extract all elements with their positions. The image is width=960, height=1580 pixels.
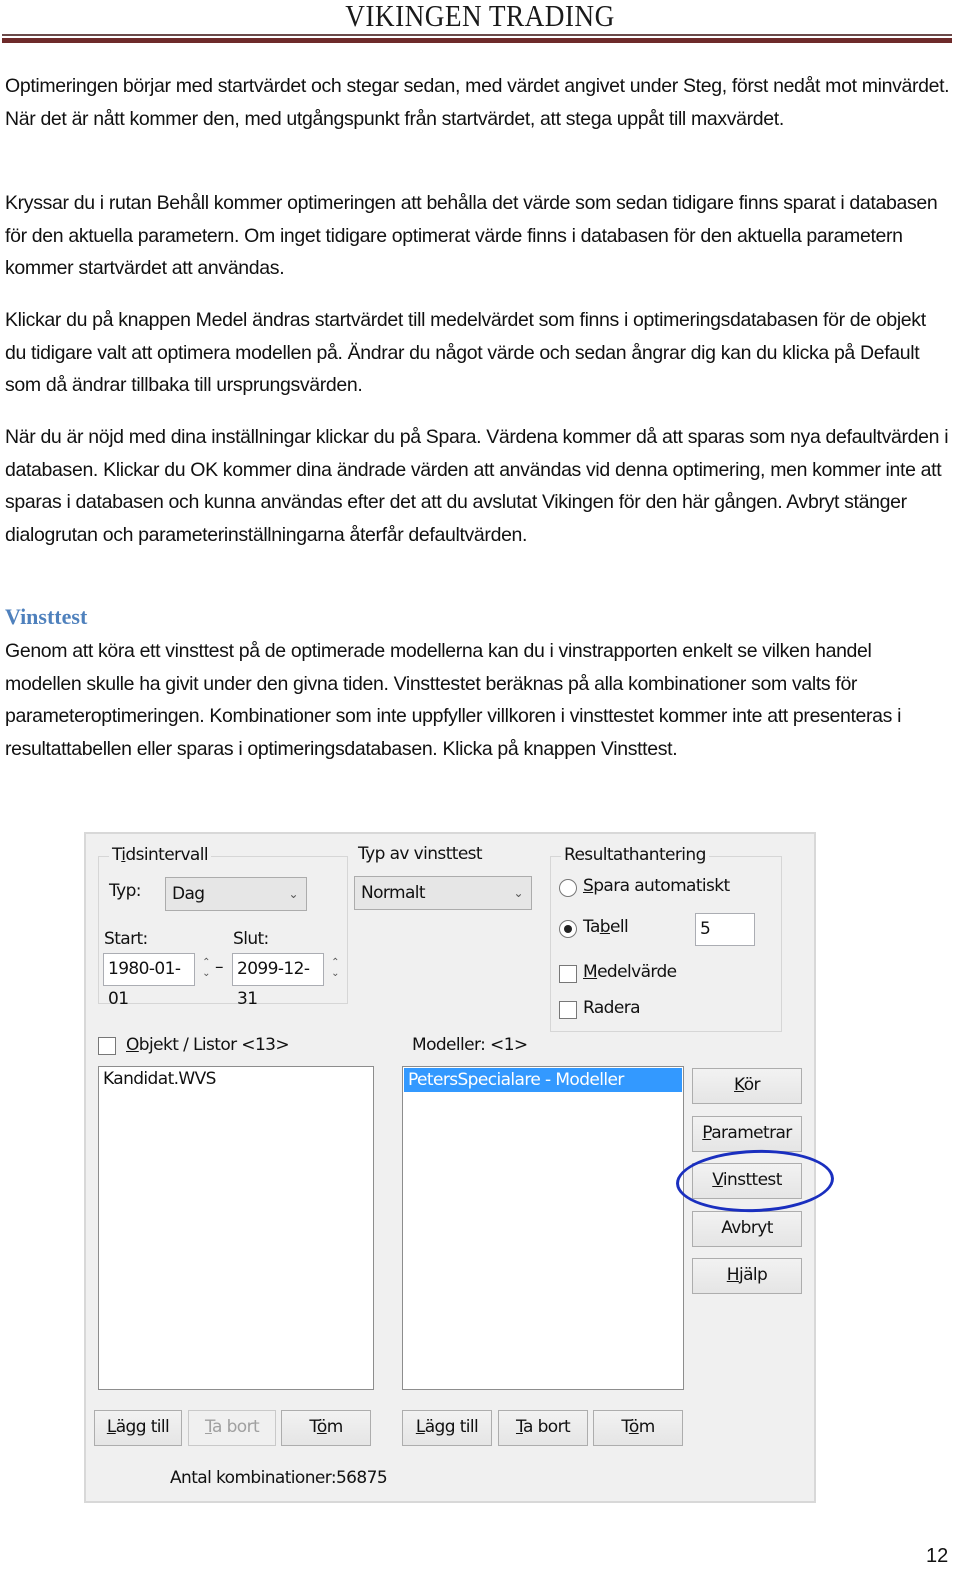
spin-up-icon[interactable]: ⌃ (199, 957, 213, 968)
accel-key: P (702, 1123, 712, 1143)
paragraph-text: Optimeringen börjar med startvärdet och … (5, 75, 950, 130)
accel-key: T (204, 1417, 213, 1437)
paragraph-spara: När du är nöjd med dina inställningar kl… (5, 421, 950, 551)
button-label: arametrar (711, 1123, 792, 1143)
label-text: para automatiskt (593, 876, 730, 896)
modeller-label: Modeller: <1> (412, 1035, 528, 1055)
paragraph-text: När du är nöjd med dina inställningar kl… (5, 426, 949, 546)
start-date-field[interactable]: 1980-01-01 (103, 953, 195, 1009)
button-label: T (309, 1417, 317, 1437)
label-text: bjekt / Listor <13> (138, 1035, 290, 1055)
paragraph-medel: Klickar du på knappen Medel ändras start… (5, 304, 950, 402)
typ-combobox[interactable]: Dag ⌄ (165, 877, 307, 911)
avbryt-button[interactable]: Avbryt (692, 1211, 802, 1247)
slut-label: Slut: (233, 929, 269, 949)
button-label: a bort (522, 1417, 571, 1437)
accel-key: ö (628, 1417, 639, 1437)
accel-key: L (106, 1417, 116, 1437)
objekt-listbox[interactable]: Kandidat.WVS (98, 1066, 374, 1390)
antal-kombinationer-label: Antal kombinationer:56875 (170, 1468, 388, 1488)
parametrar-button[interactable]: Parametrar (692, 1116, 802, 1152)
header-rule-thick (2, 38, 952, 43)
header-rule-thin (2, 34, 952, 36)
paragraph-text: Kryssar du i rutan Behåll kommer optimer… (5, 192, 938, 279)
tabell-label[interactable]: Tabell (583, 917, 629, 937)
button-label: T (621, 1417, 629, 1437)
typ-label: Typ: (109, 881, 142, 901)
radera-label[interactable]: Radera (583, 998, 641, 1018)
spin-down-icon[interactable]: ⌄ (328, 968, 342, 979)
paragraph-text: Genom att köra ett vinsttest på de optim… (5, 640, 902, 760)
slut-date-spinner[interactable]: ⌃ ⌄ (328, 957, 342, 979)
kor-button[interactable]: Kör (692, 1068, 802, 1104)
legend-text: T (112, 845, 122, 865)
objekt-ta-bort-button[interactable]: Ta bort (188, 1410, 276, 1446)
tabell-radio[interactable] (559, 920, 577, 938)
objekt-lagg-till-button[interactable]: Lägg till (94, 1410, 182, 1446)
spin-up-icon[interactable]: ⌃ (328, 957, 342, 968)
accel-key: ö (316, 1417, 327, 1437)
paragraph-vinsttest: Genom att köra ett vinsttest på de optim… (5, 635, 950, 765)
tabell-count-field[interactable]: 5 (695, 913, 755, 946)
modeller-listbox[interactable]: PetersSpecialare - Modeller (402, 1066, 684, 1390)
accel-key: H (726, 1265, 740, 1285)
accel-key: b (599, 917, 611, 937)
button-label: m (638, 1417, 656, 1437)
document-header-title: VIKINGEN TRADING (345, 0, 615, 33)
accel-key: O (126, 1035, 139, 1055)
button-label: jälp (738, 1265, 768, 1285)
legend-text: dsintervall (125, 845, 208, 865)
button-label: m (326, 1417, 344, 1437)
accel-key: S (583, 876, 594, 896)
resultathantering-group: Resultathantering Spara automatiskt Tabe… (550, 845, 782, 1032)
modell-ta-bort-button[interactable]: Ta bort (498, 1410, 588, 1446)
accel-key: T (515, 1417, 524, 1437)
medelvarde-label[interactable]: Medelvärde (583, 962, 677, 982)
chevron-down-icon: ⌄ (288, 887, 299, 901)
paragraph-optimering: Optimeringen börjar med startvärdet och … (5, 70, 950, 135)
hjalp-button[interactable]: Hjälp (692, 1258, 802, 1294)
spara-automatiskt-radio[interactable] (559, 879, 577, 897)
slut-date-field[interactable]: 2099-12-31 (232, 953, 324, 1009)
objekt-list-item[interactable]: Kandidat.WVS (99, 1067, 373, 1091)
accel-key: K (734, 1075, 744, 1095)
label-text: edelvärde (597, 962, 677, 982)
objekt-listor-checkbox[interactable] (98, 1037, 116, 1055)
spara-automatiskt-label[interactable]: Spara automatiskt (583, 876, 730, 896)
label-text: Ta (583, 917, 600, 937)
tidsintervall-legend: Tidsintervall (109, 845, 211, 865)
vinsttest-typ-label: Typ av vinsttest (358, 844, 483, 864)
start-label: Start: (104, 929, 148, 949)
date-range-dash: – (215, 957, 223, 977)
paragraph-behall: Kryssar du i rutan Behåll kommer optimer… (5, 187, 950, 285)
button-label: ägg till (115, 1417, 170, 1437)
objekt-listor-label[interactable]: Objekt / Listor <13> (126, 1035, 290, 1055)
modell-tom-button[interactable]: Töm (593, 1410, 683, 1446)
modeller-list-item-selected[interactable]: PetersSpecialare - Modeller (404, 1068, 682, 1092)
spin-down-icon[interactable]: ⌄ (199, 968, 213, 979)
paragraph-text: Klickar du på knappen Medel ändras start… (5, 309, 926, 396)
section-heading-vinsttest: Vinsttest (5, 604, 88, 629)
page-number: 12 (926, 1545, 949, 1567)
start-date-spinner[interactable]: ⌃ ⌄ (199, 957, 213, 979)
radera-checkbox[interactable] (559, 1001, 577, 1019)
modell-lagg-till-button[interactable]: Lägg till (402, 1410, 492, 1446)
button-label: ägg till (424, 1417, 479, 1437)
button-label: ör (743, 1075, 761, 1095)
accel-key: M (583, 962, 598, 982)
button-label: a bort (211, 1417, 260, 1437)
accel-key: L (415, 1417, 425, 1437)
resultathantering-legend: Resultathantering (561, 845, 709, 865)
label-text: ell (610, 917, 629, 937)
medelvarde-checkbox[interactable] (559, 965, 577, 983)
tidsintervall-group: Tidsintervall Typ: Dag ⌄ Start: Slut: 198… (98, 845, 348, 1009)
typ-value: Dag (172, 884, 205, 904)
vinsttest-typ-combobox[interactable]: Normalt ⌄ (354, 876, 532, 910)
vinsttest-typ-value: Normalt (361, 883, 426, 903)
chevron-down-icon: ⌄ (513, 886, 524, 900)
objekt-tom-button[interactable]: Töm (281, 1410, 371, 1446)
